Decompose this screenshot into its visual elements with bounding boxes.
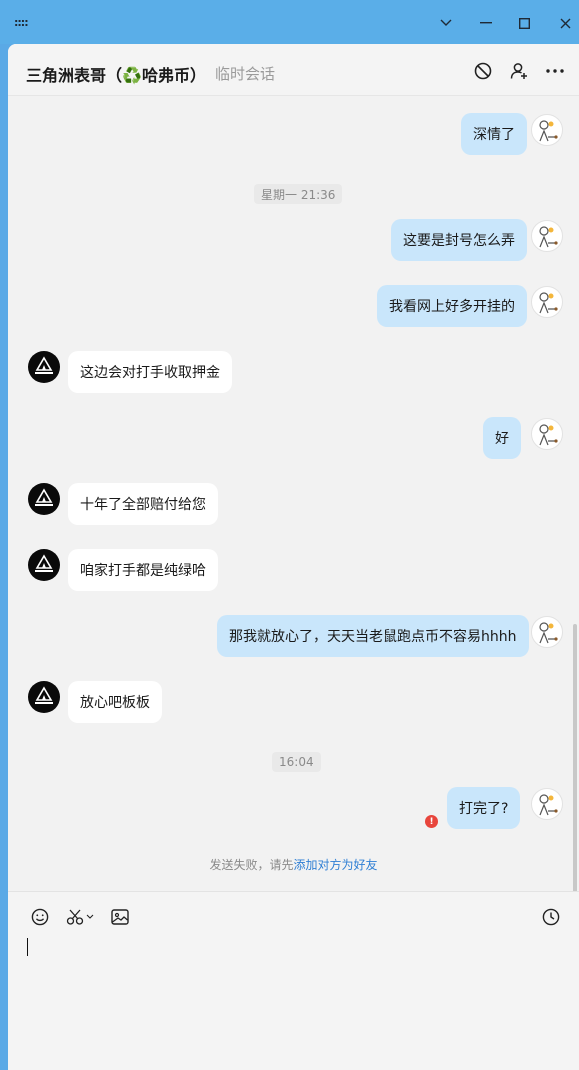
maximize-button[interactable] — [510, 10, 538, 36]
emoji-icon — [31, 908, 49, 926]
my-avatar[interactable] — [531, 418, 563, 450]
message-bubble-outgoing[interactable]: 那我就放心了，天天当老鼠跑点币不容易hhhh — [217, 615, 529, 657]
add-friend-icon — [510, 63, 527, 79]
timestamp: 16:04 — [272, 752, 321, 772]
scissors-icon — [66, 909, 94, 925]
message-bubble-incoming[interactable]: 咱家打手都是纯绿哈 — [68, 549, 218, 591]
my-avatar[interactable] — [531, 616, 563, 648]
my-avatar[interactable] — [531, 286, 563, 318]
message-bubble-outgoing[interactable]: 深情了 — [461, 113, 527, 155]
more-icon — [546, 69, 564, 73]
screenshot-button[interactable] — [66, 906, 96, 928]
message-bubble-outgoing[interactable]: 这要是封号怎么弄 — [391, 219, 527, 261]
my-avatar[interactable] — [531, 220, 563, 252]
minimize-icon — [480, 22, 492, 24]
block-button[interactable] — [472, 60, 494, 82]
chevron-down-icon — [440, 19, 452, 26]
chat-title-prefix: 三角洲表哥（ — [26, 66, 123, 85]
more-button[interactable] — [544, 60, 566, 82]
message-list[interactable]: 深情了 星期一 21:36 这要是封号怎么弄 我看网上好多开挂的 这边会对打手收… — [8, 96, 579, 942]
chat-type-label: 临时会话 — [215, 65, 276, 83]
close-button[interactable] — [551, 10, 579, 36]
close-icon — [560, 18, 570, 28]
minimize-button[interactable] — [472, 10, 500, 36]
message-bubble-outgoing[interactable]: 好 — [483, 417, 521, 459]
collapse-button[interactable] — [432, 10, 460, 36]
image-icon — [111, 909, 129, 925]
contact-avatar[interactable] — [28, 351, 60, 383]
my-avatar[interactable] — [531, 114, 563, 146]
message-bubble-outgoing[interactable]: 我看网上好多开挂的 — [377, 285, 527, 327]
message-bubble-incoming[interactable]: 十年了全部赔付给您 — [68, 483, 218, 525]
window-grip-icon[interactable]: :::: — [14, 16, 29, 29]
chat-window: 三角洲表哥（♻️哈弗币） 临时会话 深情了 星期一 21:36 这要是封号怎么弄… — [8, 44, 579, 1070]
send-failed-notice-text: 发送失败，请先 — [209, 858, 294, 872]
my-avatar[interactable] — [531, 788, 563, 820]
history-button[interactable] — [541, 906, 561, 928]
contact-avatar[interactable] — [28, 483, 60, 515]
block-icon — [474, 62, 492, 80]
message-bubble-outgoing[interactable]: 打完了? — [447, 787, 521, 829]
history-icon — [542, 908, 560, 926]
send-failed-icon[interactable]: ! — [425, 815, 438, 828]
message-bubble-incoming[interactable]: 这边会对打手收取押金 — [68, 351, 232, 393]
window-titlebar: :::: — [0, 0, 579, 44]
emoji-button[interactable] — [30, 906, 50, 928]
send-failed-notice: 发送失败，请先添加对方为好友 — [8, 856, 579, 873]
message-bubble-incoming[interactable]: 放心吧板板 — [68, 681, 162, 723]
add-friend-link[interactable]: 添加对方为好友 — [294, 858, 378, 872]
image-button[interactable] — [110, 906, 130, 928]
chat-title: 三角洲表哥（♻️哈弗币） — [26, 62, 206, 86]
contact-avatar[interactable] — [28, 681, 60, 713]
timestamp: 星期一 21:36 — [254, 184, 343, 204]
add-friend-button[interactable] — [508, 60, 530, 82]
contact-avatar[interactable] — [28, 549, 60, 581]
chat-title-suffix: 哈弗币） — [141, 66, 206, 85]
maximize-icon — [518, 17, 530, 29]
message-composer — [8, 891, 579, 1070]
recycle-emoji-icon: ♻️ — [122, 66, 142, 85]
text-input-caret[interactable] — [27, 938, 28, 956]
chat-header: 三角洲表哥（♻️哈弗币） 临时会话 — [8, 44, 579, 96]
